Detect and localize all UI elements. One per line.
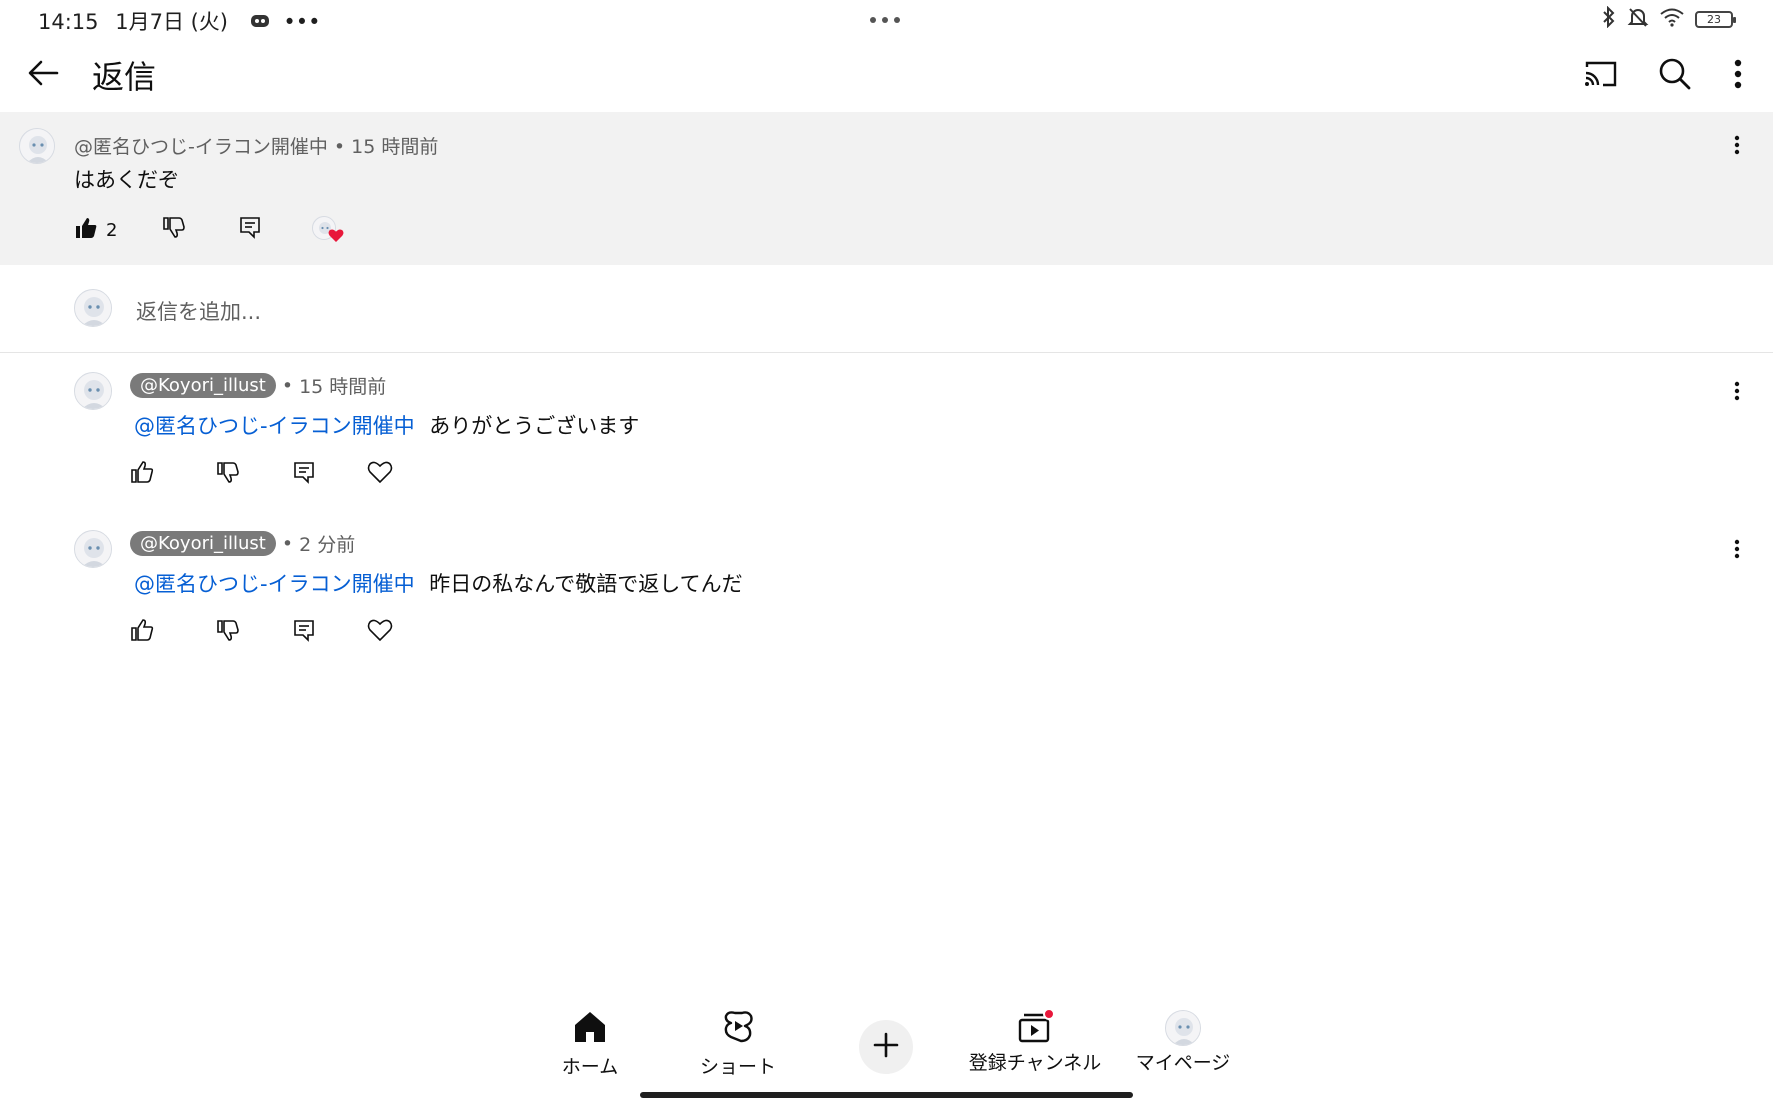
comment-icon [292,618,316,646]
reply-time: 2 分前 [299,534,356,556]
comment-menu-button[interactable] [1724,536,1750,566]
battery-indicator: 23 [1695,10,1736,28]
status-clock: 14:15 [38,10,99,34]
avatar[interactable] [19,128,55,164]
comment-meta: @匿名ひつじ-イラコン開催中 • 15 時間前 [74,132,438,159]
nav-you[interactable]: マイページ [1130,1010,1236,1075]
heart-button[interactable] [366,618,394,646]
battery-level: 23 [1707,12,1721,26]
dislike-button[interactable] [214,460,242,488]
reply-item: @Koyori_illust • 15 時間前 @匿名ひつじ-イラコン開催中 あ… [0,370,1773,500]
reply-button[interactable] [290,618,318,646]
my-avatar [1165,1010,1201,1046]
parent-comment: @匿名ひつじ-イラコン開催中 • 15 時間前 はあくだぞ 2 [0,112,1773,265]
reply-body: 昨日の私なんで敬語で返してんだ [429,572,743,596]
nav-you-label: マイページ [1135,1052,1231,1074]
nav-subscriptions-label: 登録チャンネル [968,1052,1102,1074]
bluetooth-icon [1601,5,1617,32]
handle-dot [894,17,900,23]
app-notification-icon [249,11,271,35]
reply-body: ありがとうございます [429,414,640,438]
status-date: 1月7日 (火) [115,10,229,34]
reply-button[interactable] [290,460,318,488]
more-vert-icon [1734,381,1740,405]
home-filled-icon [572,1010,608,1048]
comment-author[interactable]: @匿名ひつじ-イラコン開催中 [74,136,328,158]
heart-button[interactable] [366,460,394,488]
like-count: 2 [106,219,118,241]
heart-outline-icon [367,618,393,646]
avatar [74,289,112,327]
reply-text: @匿名ひつじ-イラコン開催中 ありがとうございます [134,410,639,440]
comment-menu-button[interactable] [1724,132,1750,162]
cast-button[interactable] [1578,54,1624,98]
back-button[interactable] [22,54,64,96]
search-icon [1658,57,1692,95]
mention-link[interactable]: @匿名ひつじ-イラコン開催中 [134,572,415,596]
nav-home-label: ホーム [561,1056,619,1078]
reply-button[interactable] [236,215,264,243]
wifi-icon [1659,7,1685,31]
comment-text: はあくだぞ [74,168,179,192]
avatar[interactable] [74,372,112,410]
like-button[interactable]: 2 [74,216,117,244]
creator-heart [312,216,346,246]
subscriptions-icon [1017,1008,1055,1044]
reply-meta: @Koyori_illust • 2 分前 [130,530,355,557]
thumb-down-icon [216,618,240,646]
meta-separator: • [281,374,294,397]
more-vert-icon [1734,539,1740,563]
cast-icon [1583,59,1619,93]
reply-item: @Koyori_illust • 2 分前 @匿名ひつじ-イラコン開催中 昨日の… [0,528,1773,658]
page-title: 返信 [92,58,157,96]
nav-shorts-label: ショート [699,1056,776,1078]
reply-input-row[interactable]: 返信を追加... [0,265,1773,353]
back-arrow-icon [27,59,59,91]
thumb-down-icon [216,460,240,488]
reply-meta: @Koyori_illust • 15 時間前 [130,372,386,399]
handle-dot [870,17,876,23]
comment-icon [238,215,262,243]
plus-icon [872,1031,900,1063]
meta-separator: • [327,136,352,158]
comment-time: 15 時間前 [351,136,439,158]
status-icons: 23 [1601,5,1736,32]
handle-dot [882,17,888,23]
gesture-bar[interactable] [640,1092,1133,1098]
thumb-up-filled-icon [74,216,98,244]
mention-link[interactable]: @匿名ひつじ-イラコン開催中 [134,414,415,438]
dislike-button[interactable] [214,618,242,646]
bell-off-icon [1627,6,1649,32]
reply-time: 15 時間前 [299,376,387,398]
multitask-handle[interactable] [870,17,900,23]
nav-subscriptions[interactable]: 登録チャンネル [960,1008,1110,1075]
create-button[interactable] [859,1020,913,1074]
comment-icon [292,460,316,488]
dislike-button[interactable] [160,215,188,243]
avatar[interactable] [74,530,112,568]
thumb-up-icon [130,460,154,488]
author-chip[interactable]: @Koyori_illust [130,373,276,398]
like-button[interactable] [128,618,156,646]
status-time: 14:15 1月7日 (火) ••• [38,6,321,36]
shorts-icon [722,1010,754,1048]
author-chip[interactable]: @Koyori_illust [130,531,276,556]
search-button[interactable] [1652,54,1698,98]
nav-home[interactable]: ホーム [540,1010,640,1079]
more-vert-icon [1734,59,1742,93]
heart-filled-icon [328,228,344,247]
reply-input[interactable]: 返信を追加... [136,296,261,326]
comment-menu-button[interactable] [1724,378,1750,408]
like-button[interactable] [128,460,156,488]
reply-text: @匿名ひつじ-イラコン開催中 昨日の私なんで敬語で返してんだ [134,568,743,598]
status-more: ••• [283,10,321,34]
more-vert-icon [1734,135,1740,159]
thumb-down-icon [162,215,186,243]
meta-separator: • [281,532,294,555]
new-content-dot [1043,1008,1055,1020]
thumb-up-icon [130,618,154,646]
heart-outline-icon [367,460,393,488]
nav-shorts[interactable]: ショート [683,1010,793,1079]
more-options-button[interactable] [1720,54,1756,98]
